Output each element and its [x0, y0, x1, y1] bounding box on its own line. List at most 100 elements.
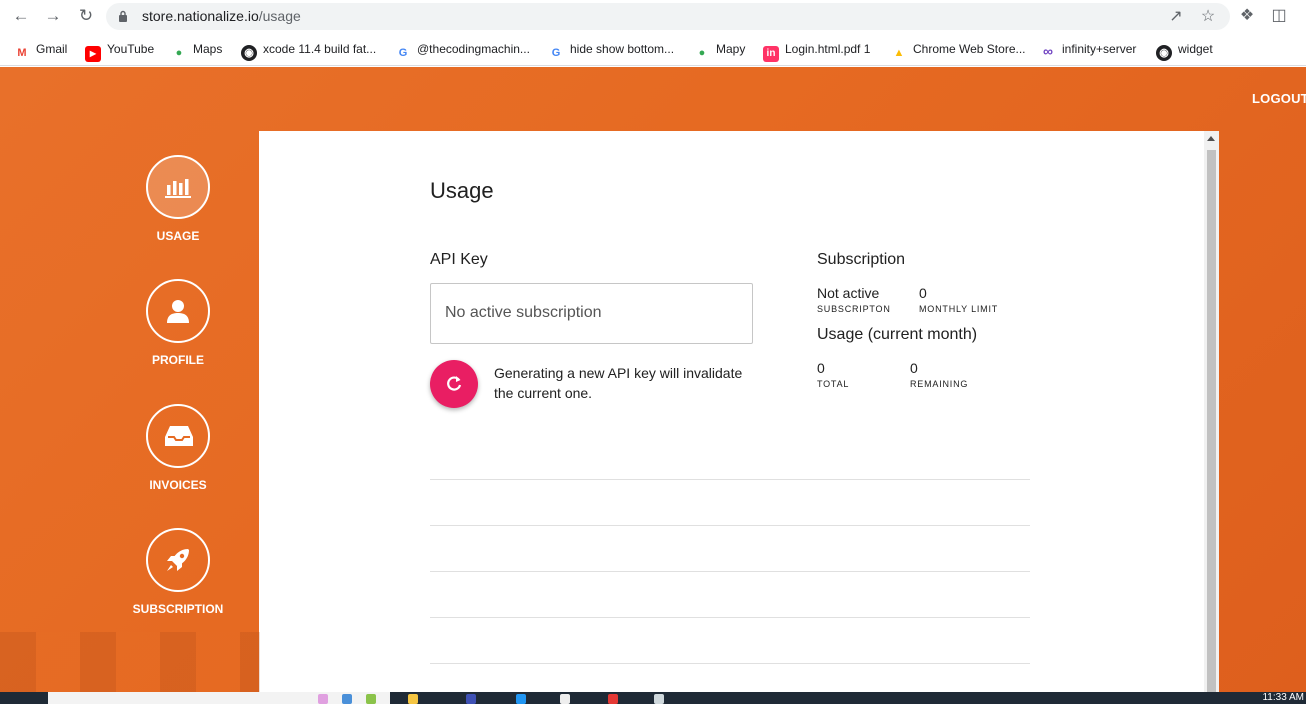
taskbar-app-icon[interactable] — [516, 694, 526, 704]
scroll-up-arrow-icon[interactable] — [1207, 136, 1215, 141]
taskbar-app-icon[interactable] — [608, 694, 618, 704]
back-arrow-icon[interactable]: ← — [10, 5, 32, 27]
usage-total-caption: TOTAL — [817, 379, 850, 389]
url-text: store.nationalize.io/usage — [142, 8, 301, 24]
monthly-limit-caption: MONTHLY LIMIT — [919, 304, 999, 314]
taskbar-clock: 11:33 AM — [1262, 692, 1304, 703]
scroll-thumb[interactable] — [1207, 150, 1216, 692]
main-card: Usage API Key No active subscription Gen… — [259, 131, 1219, 692]
usage-remaining-caption: REMAINING — [910, 379, 969, 389]
usage-month-label: Usage (current month) — [817, 326, 978, 343]
taskbar-app-icon[interactable] — [366, 694, 376, 704]
refresh-icon — [447, 376, 462, 391]
usage-total-value: 0 — [817, 360, 825, 376]
bookmark-label: @thecodingmachin... — [417, 42, 530, 56]
sidebar-label-invoices: INVOICES — [149, 478, 207, 492]
google-icon: G — [551, 47, 561, 59]
bookmark-xcode[interactable]: ◉ xcode 11.4 build fat... — [241, 40, 377, 61]
inbox-tray-icon — [165, 426, 193, 446]
side-panel-icon[interactable]: ◫ — [1268, 5, 1290, 27]
bookmark-chrome-store[interactable]: ▲ Chrome Web Store... — [891, 40, 1026, 59]
bookmark-label: Login.html.pdf 1 — [785, 42, 871, 56]
bar-chart-icon — [165, 179, 191, 198]
browser-toolbar: ← → ↻ store.nationalize.io/usage ↗ ☆ ❖ ◫ — [0, 0, 1306, 33]
os-taskbar: 11:33 AM — [0, 692, 1306, 704]
star-icon[interactable]: ☆ — [1198, 7, 1218, 27]
sidebar-label-usage: USAGE — [156, 229, 200, 243]
page-background: LOGOUT USAGE PROFILE INVOICES SUBSCRIPTI… — [0, 67, 1306, 692]
bookmark-thecodingmachine[interactable]: G @thecodingmachin... — [395, 40, 530, 59]
maps-pin-icon: ● — [175, 47, 183, 59]
maps-pin-icon: ● — [698, 47, 706, 59]
bookmark-label: YouTube — [107, 42, 155, 56]
table-divider — [430, 617, 1030, 618]
card-scrollbar[interactable] — [1204, 131, 1219, 692]
bookmark-label: hide show bottom... — [570, 42, 675, 56]
taskbar-app-icon[interactable] — [342, 694, 352, 704]
monthly-limit-value: 0 — [919, 285, 927, 301]
github-icon: ◉ — [1156, 45, 1172, 61]
address-bar[interactable]: store.nationalize.io/usage ↗ ☆ — [106, 3, 1230, 30]
invoices-circle — [146, 404, 210, 468]
taskbar-app-icon[interactable] — [560, 694, 570, 704]
taskbar-app-icon[interactable] — [408, 694, 418, 704]
sidebar-label-profile: PROFILE — [151, 353, 204, 367]
api-key-value: No active subscription — [445, 304, 602, 321]
infinity-icon: ∞ — [1043, 43, 1053, 59]
google-icon: G — [398, 47, 408, 59]
taskbar-search-area[interactable] — [48, 692, 390, 704]
regenerate-key-button[interactable] — [430, 360, 478, 408]
usage-remaining-value: 0 — [910, 360, 918, 376]
user-icon — [167, 300, 189, 323]
bookmark-label: Maps — [193, 42, 223, 56]
forward-arrow-icon[interactable]: → — [42, 5, 64, 27]
invision-icon: in — [763, 46, 779, 62]
bookmark-login-pdf[interactable]: in Login.html.pdf 1 — [763, 40, 871, 62]
sidebar-item-profile[interactable]: PROFILE — [128, 279, 228, 367]
table-divider — [430, 525, 1030, 526]
bookmark-youtube[interactable]: ▶ YouTube — [85, 40, 155, 62]
taskbar-app-icon[interactable] — [318, 694, 328, 704]
profile-circle — [146, 279, 210, 343]
subscription-status-caption: SUBSCRIPTON — [817, 304, 891, 314]
url-path: /usage — [258, 8, 301, 24]
api-key-field[interactable]: No active subscription — [430, 283, 753, 344]
bookmark-label: widget — [1178, 42, 1213, 56]
table-divider — [430, 571, 1030, 572]
bookmark-widget[interactable]: ◉ widget — [1156, 40, 1213, 61]
bookmark-infinity-server[interactable]: ∞ infinity+server — [1040, 40, 1137, 59]
subscription-status-value: Not active — [817, 285, 880, 301]
page-title: Usage — [430, 178, 494, 203]
lock-icon — [119, 10, 127, 22]
bookmark-maps[interactable]: ● Maps — [171, 40, 223, 59]
share-icon[interactable]: ↗ — [1166, 7, 1186, 27]
bookmarks-bar: M Gmail ▶ YouTube ● Maps ◉ xcode 11.4 build … — [0, 33, 1306, 66]
github-icon: ◉ — [241, 45, 257, 61]
bookmark-label: infinity+server — [1062, 42, 1137, 56]
subscription-label: Subscription — [817, 251, 906, 268]
taskbar-app-icon[interactable] — [466, 694, 476, 704]
chrome-store-icon: ▲ — [893, 47, 905, 59]
usage-circle — [146, 155, 210, 219]
bookmark-label: xcode 11.4 build fat... — [263, 42, 377, 56]
sidebar-item-subscription[interactable]: SUBSCRIPTION — [128, 528, 228, 616]
api-key-label: API Key — [430, 251, 488, 268]
table-divider — [430, 479, 1030, 480]
sidebar-item-invoices[interactable]: INVOICES — [128, 404, 228, 492]
extensions-puzzle-icon[interactable]: ❖ — [1236, 5, 1258, 27]
sidebar-label-subscription: SUBSCRIPTION — [132, 602, 224, 616]
bookmark-gmail[interactable]: M Gmail — [14, 40, 67, 59]
subscription-circle — [146, 528, 210, 592]
table-divider — [430, 663, 1030, 664]
logout-button[interactable]: LOGOUT — [1252, 91, 1306, 106]
regenerate-note: Generating a new API key will invalidate… — [494, 365, 743, 401]
youtube-icon: ▶ — [85, 46, 101, 62]
gmail-icon: M — [17, 47, 27, 59]
sidebar-item-usage[interactable]: USAGE — [128, 155, 228, 243]
bookmark-mapy[interactable]: ● Mapy — [694, 40, 746, 59]
bookmark-hide-show[interactable]: Ghide show bottom... — [548, 40, 675, 59]
bookmark-label: Mapy — [716, 42, 746, 56]
bookmark-label: Chrome Web Store... — [913, 42, 1026, 56]
taskbar-app-icon[interactable] — [654, 694, 664, 704]
reload-icon[interactable]: ↻ — [75, 5, 97, 27]
